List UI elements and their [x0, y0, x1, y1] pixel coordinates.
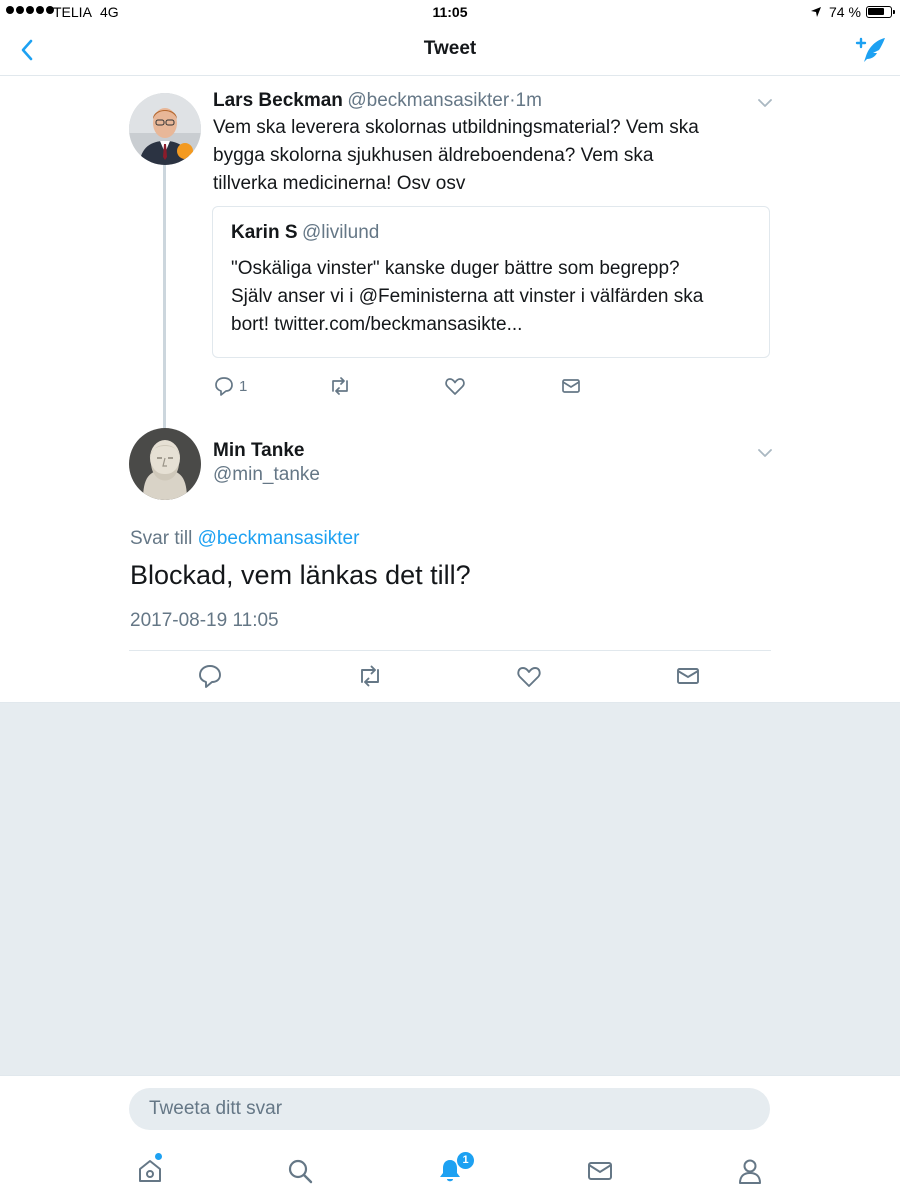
retweet-icon: [332, 377, 348, 395]
tweet-text-line: tillverka medicinerna! Osv osv: [213, 173, 466, 194]
heart-icon: [517, 667, 541, 687]
home-unread-dot: [155, 1153, 162, 1160]
tab-home[interactable]: [136, 1157, 164, 1185]
reply-icon: [215, 377, 233, 396]
quoted-author-name: Karin S: [231, 222, 298, 243]
person-icon: [739, 1159, 761, 1184]
parent-tweet-text: Vem ska leverera skolornas utbildningsma…: [213, 114, 699, 198]
quoted-tweet[interactable]: Karin S @livilund "Oskäliga vinster" kan…: [212, 206, 770, 358]
chevron-down-icon[interactable]: [757, 447, 773, 459]
status-bar: TELIA 4G 11:05 74 %: [0, 0, 900, 24]
parent-tweet-header: Lars Beckman @beckmansasikter·1m: [213, 90, 542, 112]
quoted-tweet-text: "Oskäliga vinster" kanske duger bättre s…: [231, 255, 703, 339]
battery-percentage: 74 %: [829, 4, 861, 20]
empty-background: [0, 702, 900, 1076]
main-tweet-text: Blockad, vem länkas det till?: [130, 560, 471, 590]
author-name[interactable]: Lars Beckman: [213, 90, 343, 111]
envelope-icon: [562, 379, 580, 393]
tweet-text-line: "Oskäliga vinster" kanske duger bättre s…: [231, 258, 680, 279]
reply-context: Svar till @beckmansasikter: [130, 528, 359, 550]
avatar-min-tanke[interactable]: [129, 428, 201, 500]
tab-messages[interactable]: [586, 1157, 614, 1185]
tweet-age: ·1m: [509, 90, 542, 111]
heart-icon: [445, 378, 465, 395]
quoted-author-handle: @livilund: [301, 222, 380, 243]
direct-message-action[interactable]: [560, 375, 582, 397]
retweet-icon: [361, 665, 379, 687]
like-button[interactable]: [516, 663, 542, 689]
tab-search[interactable]: [286, 1157, 314, 1185]
direct-message-button[interactable]: [675, 663, 701, 689]
like-action[interactable]: [444, 375, 466, 397]
reply-icon: [199, 665, 221, 688]
author-handle[interactable]: @beckmansasikter: [347, 90, 509, 111]
reply-count: 1: [239, 377, 248, 395]
compose-feather-icon: [855, 37, 885, 62]
compose-tweet-button[interactable]: [854, 35, 888, 65]
reply-input[interactable]: [129, 1088, 770, 1130]
retweet-button[interactable]: [356, 663, 384, 689]
envelope-icon: [588, 1162, 612, 1180]
author-name[interactable]: Min Tanke: [213, 440, 305, 462]
chevron-down-icon[interactable]: [757, 97, 773, 109]
tweet-text-line: bort! twitter.com/beckmansasikte...: [231, 314, 523, 335]
retweet-action[interactable]: [328, 375, 352, 397]
author-handle[interactable]: @min_tanke: [213, 464, 320, 486]
navigation-bar: Tweet: [0, 24, 900, 76]
reply-prefix: Svar till: [130, 528, 193, 549]
tab-profile[interactable]: [736, 1157, 764, 1185]
avatar-lars-beckman[interactable]: [129, 93, 201, 165]
thread-connector-line: [163, 165, 166, 428]
divider: [129, 650, 771, 651]
quoted-tweet-header: Karin S @livilund: [231, 222, 379, 244]
status-time: 11:05: [432, 4, 468, 20]
home-icon: [139, 1160, 161, 1182]
page-title: Tweet: [423, 38, 477, 59]
tweet-text-line: bygga skolorna sjukhusen äldreboendena? …: [213, 145, 654, 166]
reply-to-handle-link[interactable]: @beckmansasikter: [198, 528, 360, 549]
reply-action[interactable]: 1: [213, 375, 247, 397]
envelope-icon: [677, 668, 699, 684]
tweet-text-line: Vem ska leverera skolornas utbildningsma…: [213, 117, 699, 138]
battery-icon: [866, 6, 895, 18]
search-icon: [288, 1159, 313, 1184]
tweet-timestamp[interactable]: 2017-08-19 11:05: [130, 610, 279, 632]
reply-button[interactable]: [197, 663, 223, 689]
tweet-text-line: Själv anser vi i @Feministerna att vinst…: [231, 286, 704, 307]
location-arrow-icon: [810, 6, 822, 18]
notification-badge: 1: [456, 1151, 475, 1170]
